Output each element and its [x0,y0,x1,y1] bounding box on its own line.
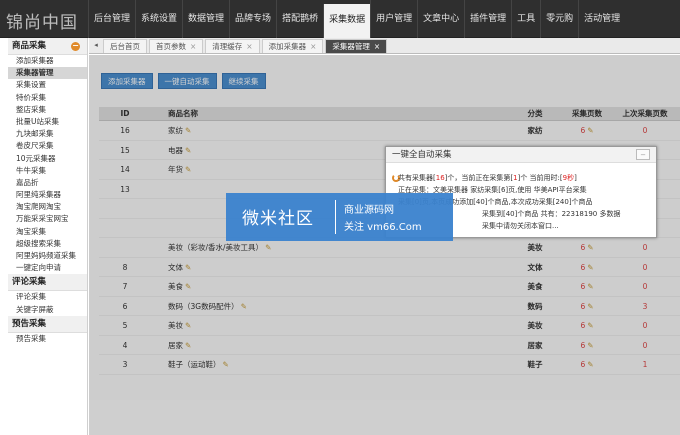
tab-label: 后台首页 [110,42,140,51]
sidebar-item[interactable]: 卷皮尺采集 [8,140,87,152]
nav-item[interactable]: 文章中心 [417,0,464,38]
nav-item[interactable]: 后台管理 [88,0,135,38]
site-logo: 锦尚中国 [6,13,78,33]
tab-label: 采集器管理 [332,42,370,51]
sidebar: 商品采集 − 添加采集器 采集器管理 采集设置 特价采集 整店采集 批量U站采集 九块邮采集 卷皮… [8,38,88,435]
sidebar-item[interactable]: 关键字屏蔽 [8,304,87,316]
sidebar-item[interactable]: 阿里妈妈频道采集 [8,250,87,262]
tab-bar: ◂ 后台首页 首页参数 × 清理缓存 × 添加采集器 × 采集器管理 × [89,38,680,54]
tab-label: 首页参数 [156,42,186,51]
sidebar-item[interactable]: 添加采集器 [8,55,87,67]
watermark-url: 关注 vm66.Com [344,222,422,233]
nav-item[interactable]: 工具 [511,0,540,38]
tab-close-icon[interactable]: × [374,42,380,51]
watermark-banner: 微米社区 商业源码网 关注 vm66.Com [226,193,453,241]
tab[interactable]: 添加采集器 × [261,39,324,53]
sidebar-item[interactable]: 采集设置 [8,79,87,91]
sidebar-item[interactable]: 10元采集器 [8,153,87,165]
nav-item[interactable]: 零元购 [540,0,578,38]
tab-close-icon[interactable]: × [310,42,316,51]
sidebar-item[interactable]: 特价采集 [8,92,87,104]
nav-item[interactable]: 数据管理 [182,0,229,38]
watermark-subtitle: 商业源码网 [344,205,394,216]
sidebar-section-title[interactable]: 商品采集 − [8,38,87,55]
tab-close-icon[interactable]: × [190,42,196,51]
sidebar-item[interactable]: 牛牛采集 [8,165,87,177]
watermark-divider [335,200,336,234]
tab[interactable]: 首页参数 × [149,39,204,53]
dialog-warning-line: 采集中请勿关闭本窗口... [482,222,559,230]
nav-item[interactable]: 采集数据 [323,4,371,38]
sidebar-section-label: 评论采集 [12,277,47,288]
nav-item[interactable]: 活动管理 [578,0,625,38]
sidebar-item[interactable]: 超级搜索采集 [8,238,87,250]
sidebar-item[interactable]: 批量U站采集 [8,116,87,128]
dialog-close-button[interactable]: ‒ [636,149,650,160]
sidebar-item[interactable]: 淘宝采集 [8,226,87,238]
tab-scroll-left-icon[interactable]: ◂ [89,38,103,53]
tab[interactable]: 采集器管理 × [325,39,388,53]
sidebar-item[interactable]: 整店采集 [8,104,87,116]
sidebar-item[interactable]: 淘宝爬网淘宝 [8,201,87,213]
dialog-status-line: 共有采集器[16]个，当前正在采集第[1]个 当前用时:[9秒] [398,174,577,182]
nav-item[interactable]: 搭配鹊桥 [276,0,323,38]
sidebar-item[interactable]: 九块邮采集 [8,128,87,140]
nav-item[interactable]: 品牌专场 [229,0,276,38]
tab-label: 添加采集器 [268,42,307,51]
collapse-icon[interactable]: − [71,42,80,51]
tab[interactable]: 后台首页 [103,39,147,53]
tab-label: 清理缓存 [212,42,243,51]
tab-close-icon[interactable]: × [246,42,252,51]
nav-item[interactable]: 用户管理 [370,0,417,38]
sidebar-item[interactable]: 采集器管理 [8,67,87,80]
top-nav: 后台管理 系统设置 数据管理 品牌专场 搭配鹊桥 采集数据 用户管理 文章中心 插件管理 工具 零元… [88,0,625,38]
sidebar-item[interactable]: 嘉品折 [8,177,87,189]
dialog-title: 一键全自动采集 [386,147,656,163]
nav-item[interactable]: 系统设置 [135,0,182,38]
tab[interactable]: 清理缓存 × [205,39,260,53]
sidebar-section-title[interactable]: 预告采集 [8,315,87,333]
sidebar-section-label: 预告采集 [12,318,47,329]
top-bar: 锦尚中国 后台管理 系统设置 数据管理 品牌专场 搭配鹊桥 采集数据 用户管理 文章中心 插件管… [0,0,680,38]
sidebar-section-label: 商品采集 [12,41,47,51]
bottom-strip [89,400,680,435]
watermark-brand: 微米社区 [242,209,314,229]
sidebar-item[interactable]: 一键定向申请 [8,262,87,274]
nav-item[interactable]: 插件管理 [464,0,511,38]
sidebar-item[interactable]: 评论采集 [8,291,87,303]
sidebar-item[interactable]: 阿里纯采集器 [8,189,87,201]
dialog-total-line: 采集到[40]个商品 共有：22318190 多数据 [482,210,621,218]
sidebar-item[interactable]: 万能采采宝网宝 [8,213,87,225]
sidebar-section-title[interactable]: 评论采集 [8,274,87,292]
sidebar-item[interactable]: 预告采集 [8,333,87,345]
